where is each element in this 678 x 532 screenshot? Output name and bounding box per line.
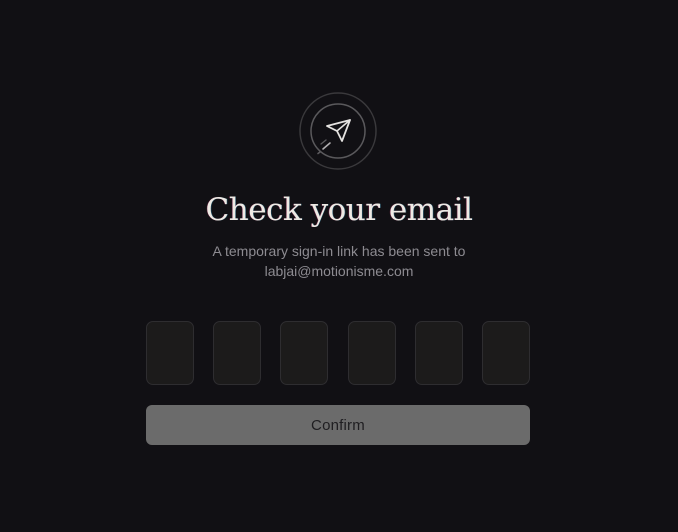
code-digit-4[interactable]	[347, 321, 396, 385]
confirm-button[interactable]: Confirm	[146, 405, 530, 445]
sent-message-text: A temporary sign-in link has been sent t…	[212, 243, 466, 259]
sent-message: A temporary sign-in link has been sent t…	[0, 241, 678, 281]
page-title: Check your email	[205, 192, 473, 228]
code-digit-5[interactable]	[414, 321, 463, 385]
email-address: labjai@motionisme.com	[264, 263, 414, 279]
paper-plane-icon	[297, 92, 379, 174]
code-digit-6[interactable]	[481, 321, 530, 385]
code-digit-2[interactable]	[213, 321, 262, 385]
code-digit-1[interactable]	[146, 321, 194, 385]
verification-code-inputs	[146, 321, 530, 385]
check-email-page: Check your email A temporary sign-in lin…	[0, 0, 678, 532]
code-digit-3[interactable]	[280, 321, 329, 385]
